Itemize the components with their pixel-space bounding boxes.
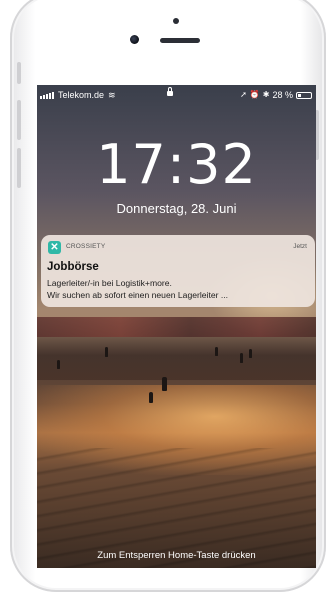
wallpaper-person [162,377,167,391]
wallpaper-person [105,347,108,357]
battery-percentage: 28 % [272,90,293,100]
wallpaper-person [57,360,60,369]
lock-icon [167,87,173,96]
earpiece-speaker [160,38,200,43]
location-icon: ➚ [240,90,247,99]
wallpaper-person [215,347,218,356]
notification-body-line: Lagerleiter/-in bei Logistik+more. [47,278,172,288]
lock-screen-date: Donnerstag, 28. Juni [116,201,237,216]
unlock-hint: Zum Entsperren Home-Taste drücken [97,550,256,561]
notification-time: Jetzt [293,243,307,250]
wallpaper-skyline [37,317,316,337]
battery-level [298,93,302,97]
lock-screen-time: 17:32 [96,133,257,196]
proximity-sensor [173,18,179,24]
front-camera [130,35,139,44]
signal-strength-icon [40,91,54,99]
alarm-icon: ⏰ [249,90,260,99]
silent-switch [17,62,21,84]
notification-card[interactable]: ✕ CROSSIETY Jetzt Jobbörse Lagerleiter/-… [41,235,315,307]
notification-title: Jobbörse [47,261,99,273]
lock-screen: Telekom.de ≋ ➚ ⏰ ✱ 28 % 17:32 Donnerstag… [37,85,316,568]
wallpaper-person [249,349,252,358]
carrier-name: Telekom.de [58,90,105,100]
notification-body-line: Wir suchen ab sofort einen neuen Lagerle… [47,290,229,300]
wallpaper-person [240,353,243,363]
notification-app-name: CROSSIETY [66,243,106,250]
wallpaper-person [149,392,153,403]
volume-up-button [17,100,21,140]
bluetooth-icon: ✱ [262,90,270,99]
volume-down-button [17,148,21,188]
battery-icon [296,91,312,99]
status-bar: Telekom.de ≋ ➚ ⏰ ✱ 28 % [37,87,316,103]
crossiety-app-icon: ✕ [48,241,61,254]
wifi-icon: ≋ [108,90,116,100]
